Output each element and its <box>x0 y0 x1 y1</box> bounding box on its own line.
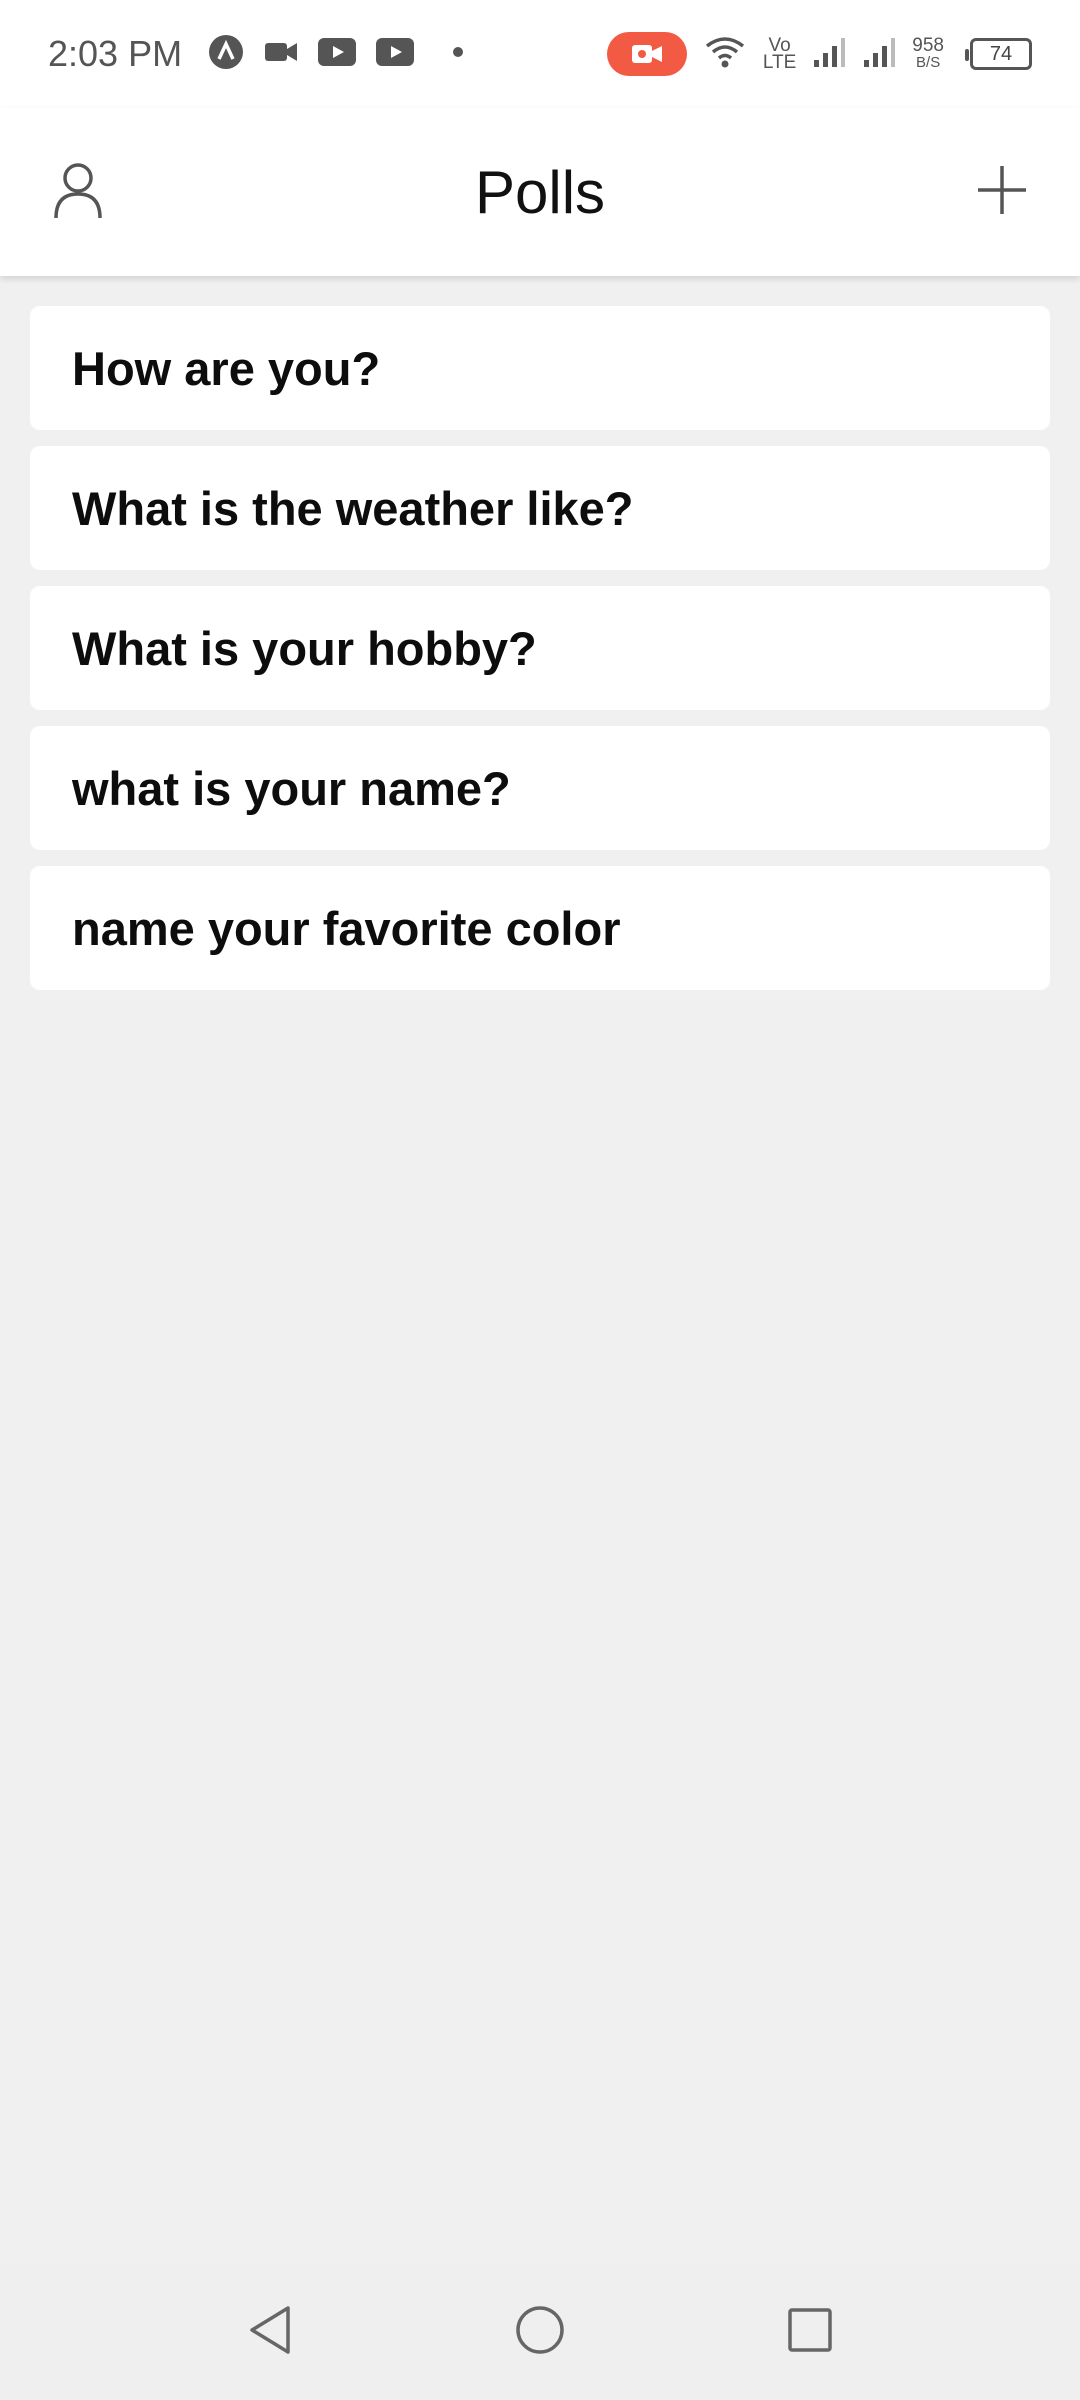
poll-item[interactable]: name your favorite color <box>30 866 1050 990</box>
screen-record-icon <box>606 32 687 76</box>
recents-button[interactable] <box>780 2302 840 2362</box>
network-speed: 958 B/S <box>912 35 944 71</box>
status-time: 2:03 PM <box>48 33 183 74</box>
add-poll-button[interactable] <box>974 162 1030 218</box>
status-bar: 2:03 PM Vo LTE 958 B/S 74 <box>0 0 1080 108</box>
youtube-icon <box>318 37 357 71</box>
poll-item-label: What is your hobby? <box>72 621 537 675</box>
profile-icon <box>50 163 106 224</box>
dot-icon <box>452 45 464 63</box>
signal-icon <box>812 36 846 73</box>
volte-indicator: Vo LTE <box>762 35 797 73</box>
poll-list: How are you? What is the weather like? W… <box>30 306 1050 990</box>
system-nav-bar <box>0 2264 1080 2400</box>
video-camera-icon <box>264 40 298 69</box>
poll-item[interactable]: what is your name? <box>30 726 1050 850</box>
youtube-icon <box>376 37 415 71</box>
signal-icon <box>862 36 896 73</box>
page-title: Polls <box>474 158 606 226</box>
battery-icon: 74 <box>965 38 1032 70</box>
profile-button[interactable] <box>50 160 106 220</box>
app-a-icon <box>208 34 244 75</box>
recents-icon <box>786 2306 834 2359</box>
battery-level: 74 <box>989 42 1013 65</box>
wifi-icon <box>703 34 747 75</box>
poll-item-label: what is your name? <box>72 761 511 815</box>
home-icon <box>514 2304 566 2361</box>
status-system-icons: Vo LTE 958 B/S 74 <box>606 32 1032 76</box>
poll-item-label: What is the weather like? <box>72 481 634 535</box>
home-button[interactable] <box>510 2302 570 2362</box>
poll-item[interactable]: What is the weather like? <box>30 446 1050 570</box>
back-button[interactable] <box>240 2302 300 2362</box>
poll-item[interactable]: What is your hobby? <box>30 586 1050 710</box>
back-icon <box>246 2304 294 2361</box>
plus-icon <box>974 166 1030 222</box>
app-header: Polls <box>0 108 1080 276</box>
poll-item-label: How are you? <box>72 341 381 395</box>
poll-item[interactable]: How are you? <box>30 306 1050 430</box>
status-notification-icons <box>208 34 464 75</box>
poll-item-label: name your favorite color <box>72 901 621 955</box>
